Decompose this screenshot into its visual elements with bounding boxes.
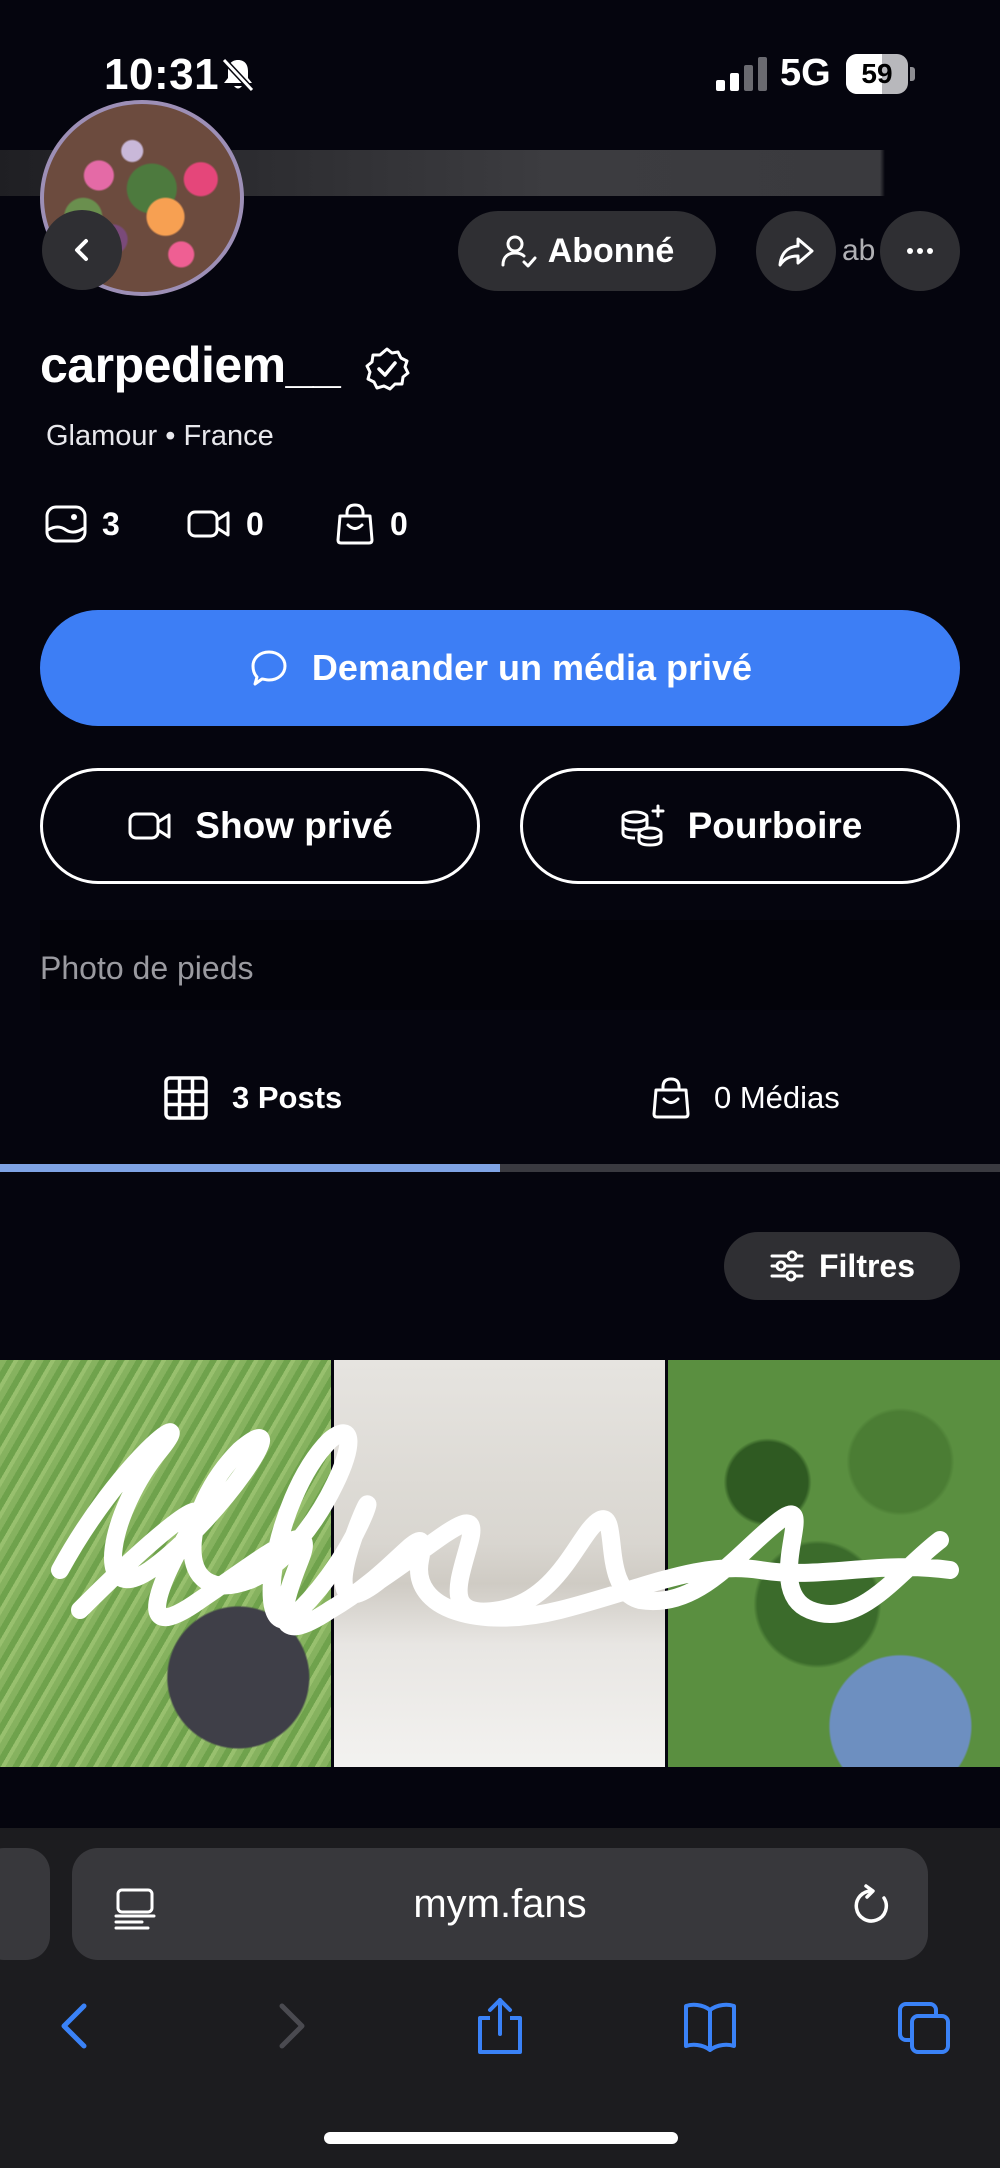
more-options-button[interactable] (880, 211, 960, 291)
shopping-bag-icon (652, 1077, 690, 1119)
share-button[interactable] (756, 211, 836, 291)
browser-back-icon[interactable] (48, 1996, 104, 2056)
request-private-media-label: Demander un média privé (311, 647, 753, 688)
stat-photos-count: 3 (102, 505, 120, 542)
private-show-label: Show privé (195, 805, 393, 846)
profile-username: carpediem__ (40, 337, 341, 393)
profile-bio: Photo de pieds (40, 950, 254, 986)
tab-posts-label: 3 Posts (232, 1080, 343, 1115)
tab-medias-label: 0 Médias (714, 1080, 840, 1115)
grid-icon (164, 1076, 208, 1120)
share-label: ab (842, 234, 876, 267)
filters-button[interactable]: Filtres (724, 1232, 960, 1300)
tip-label: Pourboire (687, 805, 863, 846)
subscribed-button[interactable]: Abonné (458, 211, 716, 291)
bell-slash-icon (221, 57, 255, 93)
stat-products-count: 0 (390, 505, 408, 542)
ellipsis-icon (907, 248, 933, 254)
bookmarks-icon[interactable] (682, 1996, 738, 2056)
browser-forward-icon[interactable] (262, 1996, 318, 2056)
subscribed-label: Abonné (547, 231, 675, 270)
battery-percent: 59 (861, 58, 893, 89)
home-indicator (324, 2132, 678, 2144)
tab-active-indicator (0, 1164, 500, 1172)
tip-button[interactable]: Pourboire (520, 768, 960, 884)
chat-bubble-icon (251, 650, 287, 686)
coins-plus-icon (621, 804, 665, 847)
back-button[interactable] (42, 210, 122, 290)
stat-photos: 3 (44, 500, 120, 548)
filters-label: Filtres (818, 1247, 916, 1284)
battery-indicator: 59 (846, 54, 916, 94)
status-time: 10:31 (104, 50, 220, 99)
private-show-button[interactable]: Show privé (40, 768, 480, 884)
cellular-signal-icon (716, 57, 767, 91)
photo-icon (45, 505, 87, 543)
share-arrow-icon (778, 237, 814, 267)
user-check-icon (501, 235, 537, 268)
tab-medias[interactable]: 0 Médias (650, 1070, 840, 1126)
verified-badge-icon (365, 347, 410, 391)
shopping-bag-icon (336, 503, 374, 545)
tab-posts[interactable]: 3 Posts (162, 1070, 342, 1126)
stat-videos: 0 (186, 500, 264, 548)
share-sheet-icon[interactable] (472, 1996, 528, 2056)
stat-videos-count: 0 (246, 505, 264, 542)
tabs-overview-icon[interactable] (896, 1996, 952, 2056)
video-camera-icon (187, 510, 230, 538)
network-type: 5G (780, 52, 831, 94)
sliders-icon (770, 1250, 804, 1282)
request-private-media-button[interactable]: Demander un média privé (40, 610, 960, 726)
chevron-left-icon (75, 239, 88, 261)
stat-products: 0 (334, 500, 408, 548)
profile-tagline: Glamour • France (46, 420, 274, 452)
reload-icon[interactable] (850, 1884, 894, 1928)
scribble-overlay (51, 1423, 959, 1636)
video-camera-icon (128, 812, 171, 840)
